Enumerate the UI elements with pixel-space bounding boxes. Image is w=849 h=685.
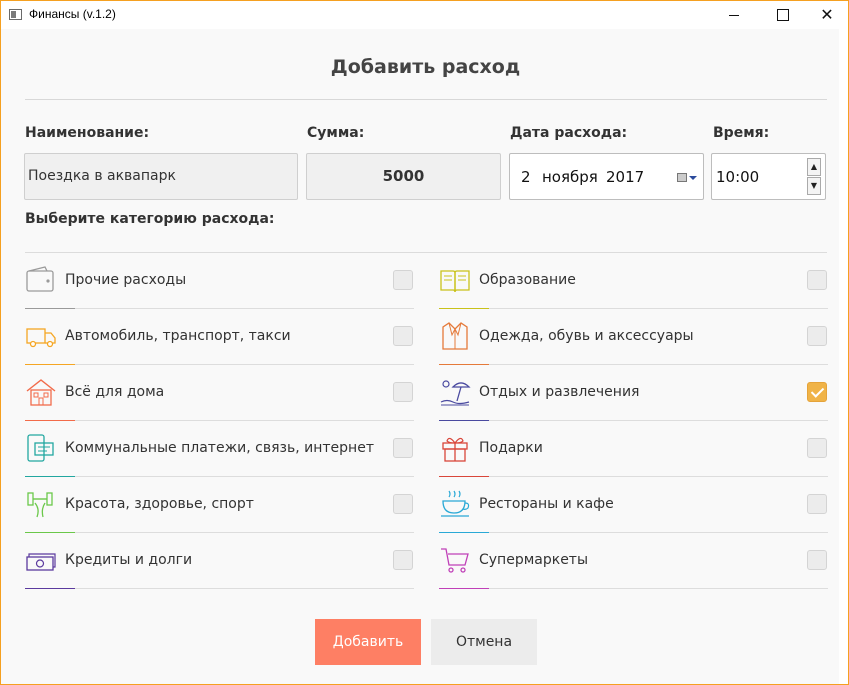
date-day[interactable]: 2 [521,168,531,186]
time-increment-button[interactable]: ▲ [807,158,821,176]
window-title: Финансы (v.1.2) [29,7,116,21]
category-restaurants[interactable]: Рестораны и кафе [439,477,828,533]
sum-input[interactable]: 5000 [306,153,501,200]
book-icon [440,270,470,293]
wallet-icon [26,266,54,292]
category-label: Подарки [479,440,543,456]
beach-icon [440,380,471,406]
sum-label: Сумма: [307,125,365,141]
category-checkbox[interactable] [807,270,827,290]
category-utilities[interactable]: Коммунальные платежи, связь, интернет [25,421,414,477]
date-month[interactable]: ноября [542,168,598,186]
category-checkbox[interactable] [807,494,827,514]
category-gifts[interactable]: Подарки [439,421,828,477]
time-value: 10:00 [716,168,760,186]
name-input-value: Поездка в аквапарк [28,168,176,184]
category-checkbox[interactable] [807,382,827,402]
category-clothes[interactable]: Одежда, обувь и аксессуары [439,309,828,365]
category-label: Супермаркеты [479,552,589,568]
category-other[interactable]: Прочие расходы [25,253,414,309]
maximize-button[interactable] [759,1,805,29]
dumbbell-icon [27,492,53,518]
money-icon [26,553,56,571]
category-label: Автомобиль, транспорт, такси [65,328,291,344]
accent-line [25,588,75,589]
phone-bill-icon [27,434,54,462]
category-label: Всё для дома [65,384,165,400]
chevron-down-icon[interactable] [689,176,697,180]
category-transport[interactable]: Автомобиль, транспорт, такси [25,309,414,365]
add-button[interactable]: Добавить [315,619,421,665]
category-checkbox[interactable] [393,270,413,290]
category-checkbox[interactable] [393,494,413,514]
category-education[interactable]: Образование [439,253,828,309]
category-checkbox[interactable] [393,326,413,346]
accent-line [439,588,489,589]
cart-icon [441,548,469,573]
category-label: Одежда, обувь и аксессуары [479,328,694,344]
app-icon [9,9,22,20]
category-checkbox[interactable] [393,438,413,458]
scrollbar[interactable] [839,29,848,684]
category-label: Прочие расходы [65,272,187,288]
cancel-button[interactable]: Отмена [431,619,537,665]
category-label: Красота, здоровье, спорт [65,496,254,512]
name-input[interactable]: Поездка в аквапарк [24,153,298,200]
time-decrement-button[interactable]: ▼ [807,177,821,195]
category-label: Образование [479,272,576,288]
house-icon [26,379,56,406]
category-label: Рестораны и кафе [479,496,614,512]
time-input[interactable]: 10:00 ▲ ▼ [711,153,826,200]
calendar-icon[interactable] [677,173,687,182]
category-checkbox[interactable] [807,438,827,458]
category-label: Отдых и развлечения [479,384,640,400]
gift-icon [442,437,468,462]
name-label: Наименование: [25,125,150,141]
category-checkbox[interactable] [393,382,413,402]
divider [25,99,827,100]
date-year[interactable]: 2017 [606,168,644,186]
category-checkbox[interactable] [807,326,827,346]
truck-icon [26,328,56,348]
category-checkbox[interactable] [807,550,827,570]
category-credits[interactable]: Кредиты и долги [25,533,414,589]
time-label: Время: [713,125,770,141]
close-button[interactable]: ✕ [804,1,849,29]
category-heading: Выберите категорию расхода: [25,211,275,227]
category-beauty[interactable]: Красота, здоровье, спорт [25,477,414,533]
app-window: Финансы (v.1.2) ✕ Добавить расход Наимен… [0,0,849,685]
row-divider [25,588,414,589]
category-label: Кредиты и долги [65,552,193,568]
row-divider [439,588,828,589]
jacket-icon [442,322,468,350]
date-label: Дата расхода: [510,125,628,141]
minimize-button[interactable] [711,1,757,29]
category-supermarkets[interactable]: Супермаркеты [439,533,828,589]
category-home[interactable]: Всё для дома [25,365,414,421]
category-leisure[interactable]: Отдых и развлечения [439,365,828,421]
page-title: Добавить расход [330,56,521,78]
category-label: Коммунальные платежи, связь, интернет [65,440,374,456]
date-picker[interactable]: 2 ноября 2017 [509,153,704,200]
title-bar[interactable]: Финансы (v.1.2) ✕ [1,1,848,29]
category-checkbox[interactable] [393,550,413,570]
coffee-cup-icon [441,490,470,517]
